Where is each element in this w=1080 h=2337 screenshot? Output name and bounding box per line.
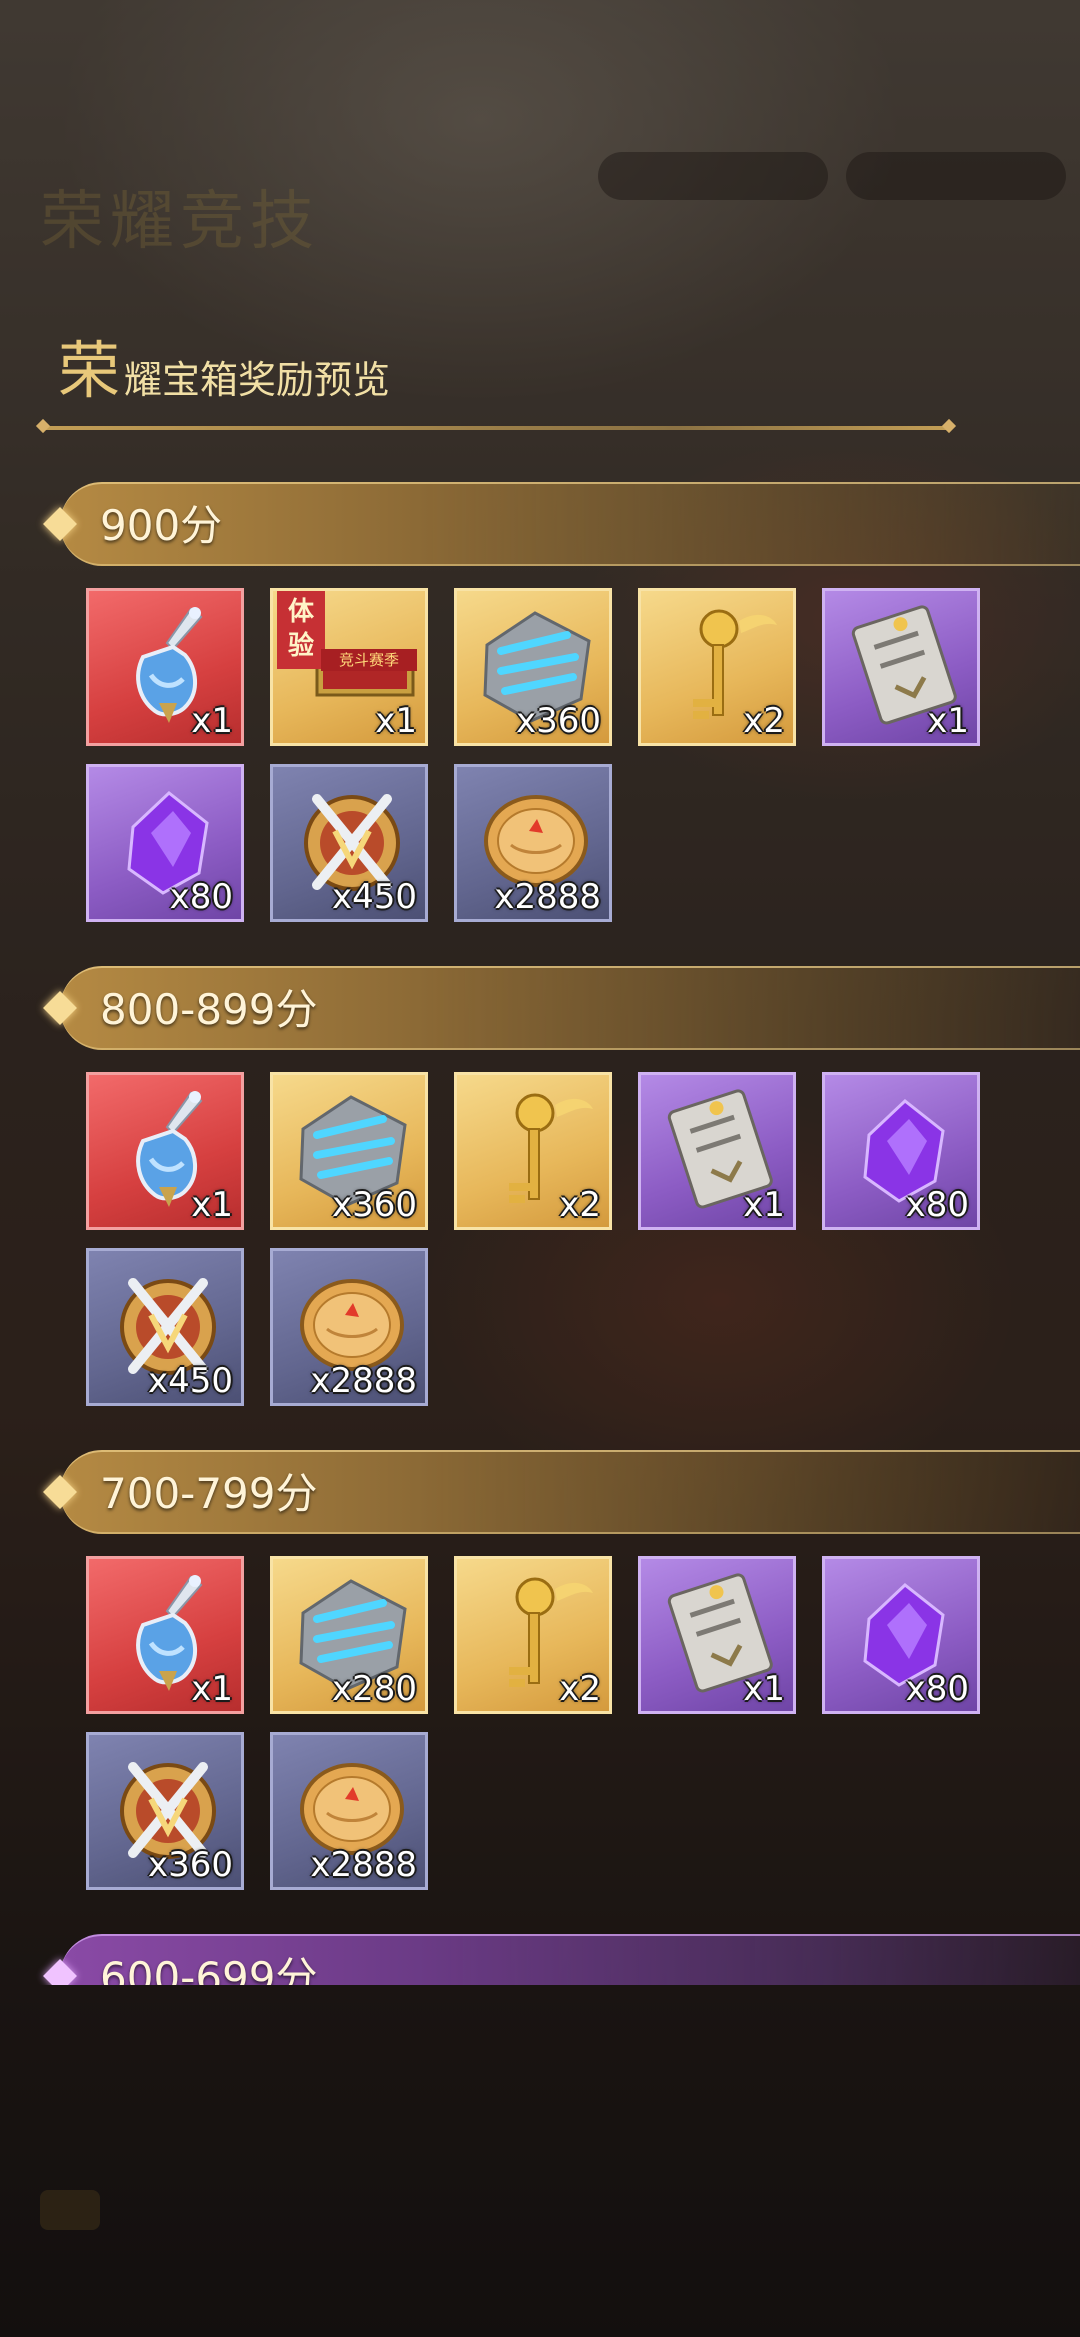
reward-tier: 800-899分 [43,966,1080,1050]
reward-item[interactable]: x1 [638,1556,796,1714]
tier-header: 600-699分 [43,1934,1080,1986]
tier-score-label: 900分 [100,501,223,550]
reward-quantity: x2 [559,1669,601,1709]
reward-quantity: x80 [905,1185,969,1225]
reward-item[interactable]: x360 [270,1072,428,1230]
reward-item[interactable]: x280 [270,1556,428,1714]
reward-quantity: x1 [743,1669,785,1709]
reward-quantity: x360 [331,1185,417,1225]
reward-quantity: x1 [191,1185,233,1225]
reward-tier: 900分 [43,482,1080,566]
reward-item[interactable]: x1 [86,588,244,746]
reward-item[interactable]: x80 [822,1556,980,1714]
reward-quantity: x2888 [310,1845,417,1885]
reward-quantity: x360 [147,1845,233,1885]
reward-quantity: x2888 [310,1361,417,1401]
reward-quantity: x1 [375,701,417,741]
reward-item[interactable]: x360 [454,588,612,746]
reward-item[interactable]: 体验 竞斗赛季 x1 [270,588,428,746]
reward-item[interactable]: x360 [86,1732,244,1890]
reward-item[interactable]: x1 [822,588,980,746]
diamond-icon [43,1959,77,1985]
reward-item[interactable]: x80 [822,1072,980,1230]
reward-quantity: x1 [191,1669,233,1709]
reward-quantity: x280 [331,1669,417,1709]
reward-item[interactable]: x1 [86,1556,244,1714]
reward-quantity: x450 [331,877,417,917]
reward-item[interactable]: x450 [270,764,428,922]
reward-item[interactable]: x2888 [454,764,612,922]
reward-item[interactable]: x2 [638,588,796,746]
reward-tier: 700-799分 [43,1450,1080,1534]
trial-badge-caption: 竞斗赛季 [321,649,417,671]
panel-title-initial: 荣 [58,334,121,407]
reward-quantity: x80 [169,877,233,917]
reward-item[interactable]: x2888 [270,1732,428,1890]
title-divider [44,426,948,430]
reward-quantity: x1 [927,701,969,741]
reward-quantity: x2 [559,1185,601,1225]
reward-quantity: x1 [191,701,233,741]
reward-item[interactable]: x450 [86,1248,244,1406]
reward-item[interactable]: x2888 [270,1248,428,1406]
panel-title-text: 耀宝箱奖励预览 [124,358,391,402]
panel-title: 荣 耀宝箱奖励预览 [58,334,391,407]
trial-badge: 体验 [277,591,325,669]
reward-quantity: x2 [743,701,785,741]
tier-score-label: 800-899分 [100,985,318,1034]
reward-item[interactable]: x1 [86,1072,244,1230]
reward-quantity: x450 [147,1361,233,1401]
reward-item[interactable]: x80 [86,764,244,922]
reward-grid: x1 x360 x2 x1 x80 x450 x2888 [86,1072,980,1406]
diamond-icon [43,1475,77,1509]
diamond-icon [43,991,77,1025]
tier-header: 700-799分 [43,1450,1080,1534]
reward-item[interactable]: x2 [454,1556,612,1714]
reward-quantity: x2888 [494,877,601,917]
reward-quantity: x360 [515,701,601,741]
tier-score-label: 600-699分 [100,1953,318,1986]
reward-quantity: x1 [743,1185,785,1225]
diamond-icon [43,507,77,541]
tier-score-label: 700-799分 [100,1469,318,1518]
reward-item[interactable]: x1 [638,1072,796,1230]
reward-quantity: x80 [905,1669,969,1709]
reward-grid: x1 体验 竞斗赛季 x1 x360 x2 x1 x80 x450 x2888 [86,588,980,922]
reward-tier: 600-699分 [43,1934,1080,1986]
reward-grid: x1 x280 x2 x1 x80 x360 x2888 [86,1556,980,1890]
reward-item[interactable]: x2 [454,1072,612,1230]
reward-preview-panel[interactable]: 荣 耀宝箱奖励预览 900分 x1 体验 竞斗赛季 x1 x360 x2 x1 x80 x450 x… [0,0,1080,1985]
tier-header: 900分 [43,482,1080,566]
tier-header: 800-899分 [43,966,1080,1050]
